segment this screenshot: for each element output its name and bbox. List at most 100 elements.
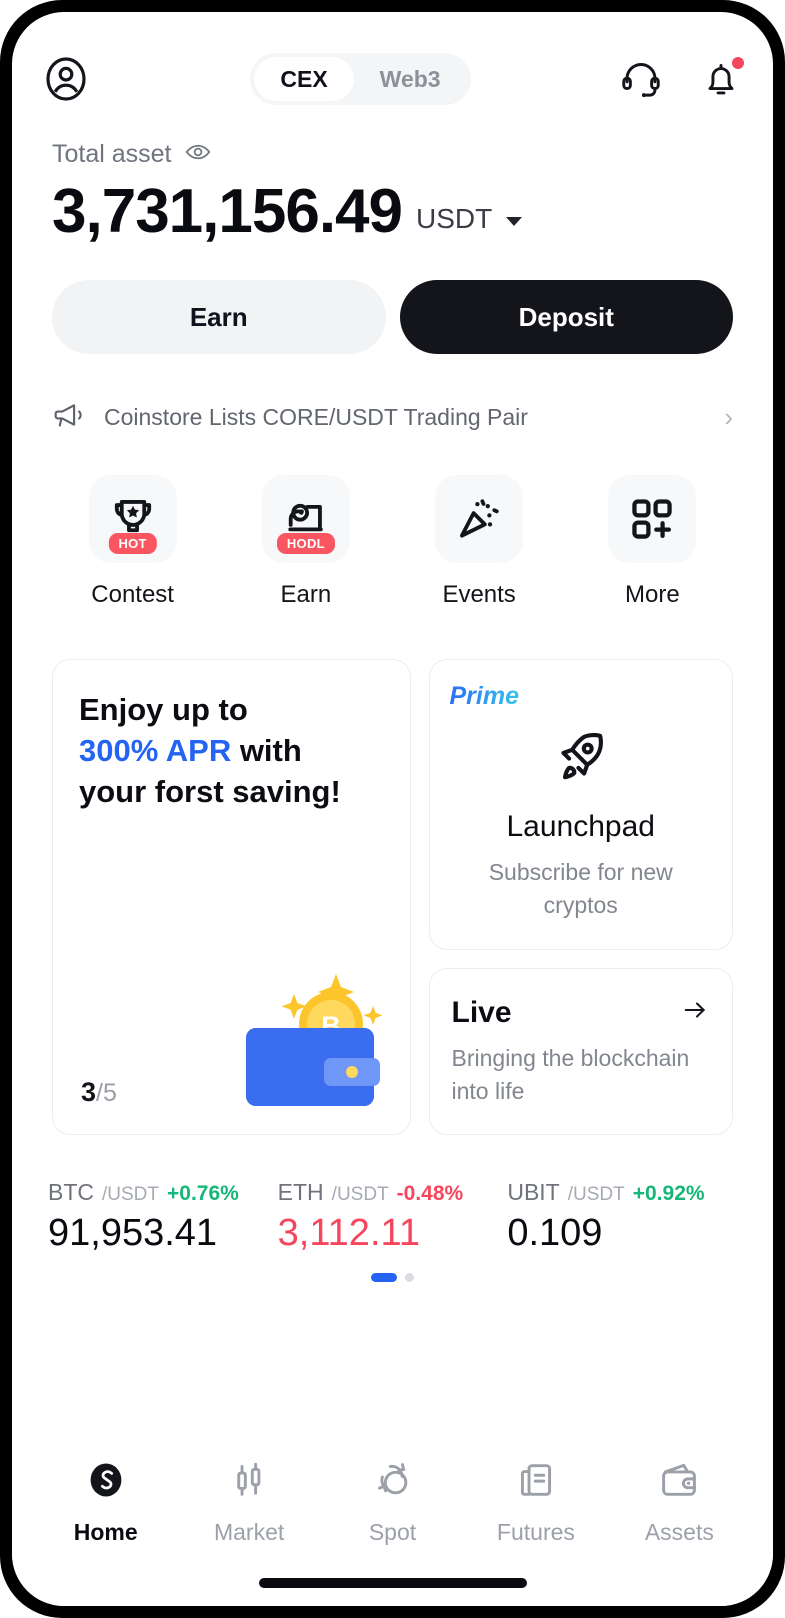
- app-header: CEX Web3: [12, 12, 773, 108]
- piggy-chart-icon: HODL: [261, 475, 350, 564]
- ticker-eth[interactable]: ETH/USDT -0.48% 3,112.11: [278, 1179, 508, 1255]
- deposit-button[interactable]: Deposit: [399, 280, 733, 355]
- chevron-right-icon[interactable]: ›: [724, 402, 733, 433]
- saving-promo-card[interactable]: Enjoy up to 300% APR with your forst sav…: [52, 659, 411, 1135]
- home-indicator: [258, 1578, 527, 1588]
- nav-item-assets[interactable]: Assets: [608, 1458, 751, 1546]
- ticker-ubit[interactable]: UBIT/USDT +0.92% 0.109: [507, 1179, 737, 1255]
- nav-label: Assets: [644, 1519, 714, 1545]
- ticker-base: UBIT: [507, 1178, 560, 1205]
- eye-icon[interactable]: [184, 138, 212, 171]
- bottom-nav-row: Home Market Spot Futures Assets: [34, 1458, 751, 1546]
- live-subtitle: Bringing the blockchain into life: [451, 1045, 690, 1105]
- app-screen: CEX Web3 Total asset 3,731,156.49 USDT E…: [12, 12, 773, 1606]
- live-card[interactable]: Live Bringing the blockchain into life: [428, 968, 733, 1135]
- currency-label[interactable]: USDT: [416, 203, 492, 244]
- ticker-quote: /USDT: [567, 1183, 625, 1205]
- total-asset-label: Total asset: [52, 140, 172, 168]
- ticker-base: BTC: [48, 1178, 94, 1205]
- nav-item-home[interactable]: Home: [34, 1458, 177, 1546]
- tab-web3[interactable]: Web3: [354, 57, 467, 101]
- ticker-head: BTC/USDT +0.76%: [48, 1179, 278, 1206]
- badge-hodl: HODL: [276, 533, 335, 555]
- saving-promo-highlight: 300% APR: [79, 733, 232, 768]
- prime-tag: Prime: [449, 682, 519, 711]
- headset-icon[interactable]: [619, 57, 663, 101]
- announcement-text: Coinstore Lists CORE/USDT Trading Pair: [104, 404, 528, 431]
- chevron-down-icon[interactable]: [506, 217, 523, 227]
- earn-button[interactable]: Earn: [52, 280, 386, 355]
- candlestick-icon: [227, 1458, 271, 1507]
- header-actions: [619, 57, 744, 101]
- badge-hot: HOT: [108, 533, 157, 555]
- ticker-price: 91,953.41: [48, 1211, 218, 1254]
- ticker-head: UBIT/USDT +0.92%: [507, 1179, 737, 1206]
- wallet-bitcoin-icon: B: [228, 962, 388, 1112]
- nav-item-futures[interactable]: Futures: [464, 1458, 607, 1546]
- swap-circles-icon: [371, 1458, 415, 1507]
- quick-action-earn[interactable]: HODL Earn: [219, 475, 392, 609]
- launchpad-title: Launchpad: [506, 810, 655, 844]
- nav-label: Market: [213, 1519, 285, 1545]
- document-icon: [514, 1458, 558, 1507]
- quick-action-more[interactable]: More: [566, 475, 739, 609]
- promo-right-column: Prime Launchpad Subscribe for new crypto…: [428, 659, 733, 1135]
- ticker-quote: /USDT: [102, 1183, 159, 1205]
- notification-badge: [731, 57, 744, 69]
- carousel-counter: 3/5: [81, 1077, 117, 1108]
- trophy-icon: HOT: [88, 475, 177, 564]
- saving-promo-line3: your forst saving!: [79, 773, 341, 809]
- announcement-banner[interactable]: Coinstore Lists CORE/USDT Trading Pair ›: [12, 354, 773, 437]
- carousel-dot-active[interactable]: [371, 1272, 397, 1282]
- saving-promo-headline: Enjoy up to 300% APR with your forst sav…: [79, 690, 384, 813]
- quick-action-label: More: [625, 581, 680, 609]
- arrow-right-icon[interactable]: [680, 995, 710, 1030]
- nav-label: Futures: [496, 1519, 575, 1545]
- ticker-change: +0.92%: [632, 1181, 705, 1205]
- cex-web3-segmented-control[interactable]: CEX Web3: [250, 53, 471, 105]
- carousel-dots[interactable]: [12, 1272, 773, 1282]
- saving-promo-line2-rest: with: [231, 733, 302, 768]
- ticker-head: ETH/USDT -0.48%: [278, 1179, 508, 1206]
- tab-cex[interactable]: CEX: [254, 57, 354, 101]
- confetti-icon: [435, 475, 524, 564]
- bell-icon[interactable]: [699, 57, 744, 101]
- ticker-base: ETH: [277, 1178, 324, 1205]
- saving-promo-line1: Enjoy up to: [79, 692, 248, 728]
- live-title: Live: [451, 995, 512, 1029]
- ticker-price: 3,112.11: [277, 1211, 420, 1254]
- carousel-dot[interactable]: [405, 1272, 414, 1282]
- quick-action-label: Earn: [280, 581, 332, 609]
- ticker-btc[interactable]: BTC/USDT +0.76% 91,953.41: [48, 1179, 278, 1255]
- launchpad-subtitle: Subscribe for new cryptos: [488, 859, 673, 918]
- phone-bezel: CEX Web3 Total asset 3,731,156.49 USDT E…: [0, 0, 785, 1618]
- quick-action-label: Events: [442, 581, 516, 609]
- nav-item-market[interactable]: Market: [177, 1458, 320, 1546]
- megaphone-icon: [52, 398, 86, 437]
- ticker-row: BTC/USDT +0.76% 91,953.41 ETH/USDT -0.48…: [12, 1135, 773, 1255]
- wallet-icon: [657, 1458, 701, 1507]
- primary-actions: Earn Deposit: [12, 244, 773, 355]
- nav-item-spot[interactable]: Spot: [321, 1458, 464, 1546]
- total-asset-label-row: Total asset: [52, 138, 733, 171]
- total-asset-amount-row: 3,731,156.49 USDT: [52, 179, 733, 244]
- grid-plus-icon: [608, 475, 697, 564]
- total-asset-amount: 3,731,156.49: [52, 177, 403, 246]
- nav-label: Spot: [368, 1519, 417, 1545]
- ticker-price: 0.109: [507, 1211, 603, 1254]
- nav-label: Home: [73, 1519, 138, 1545]
- rocket-icon: [550, 725, 612, 792]
- live-title-row: Live: [452, 995, 711, 1030]
- logo-s-icon: [84, 1458, 128, 1507]
- carousel-counter-total: /5: [96, 1078, 117, 1107]
- quick-actions-row: HOT Contest HODL Earn Events More: [12, 437, 773, 609]
- quick-action-contest[interactable]: HOT Contest: [46, 475, 219, 609]
- carousel-counter-current: 3: [81, 1076, 97, 1107]
- user-circle-icon[interactable]: [42, 55, 90, 103]
- quick-action-label: Contest: [91, 581, 174, 609]
- quick-action-events[interactable]: Events: [393, 475, 566, 609]
- ticker-change: -0.48%: [396, 1181, 464, 1205]
- ticker-change: +0.76%: [167, 1181, 239, 1205]
- launchpad-card[interactable]: Prime Launchpad Subscribe for new crypto…: [428, 659, 733, 951]
- ticker-quote: /USDT: [331, 1183, 389, 1205]
